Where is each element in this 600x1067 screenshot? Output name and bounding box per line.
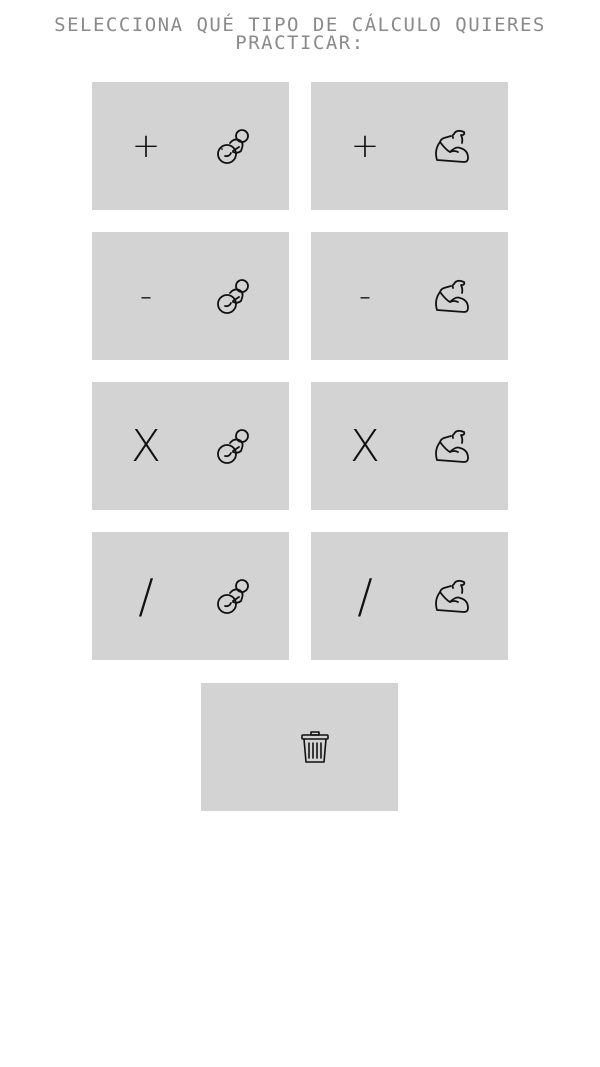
operator-label: - bbox=[139, 276, 153, 316]
pacifier-icon bbox=[212, 276, 252, 316]
operator-label: + bbox=[350, 126, 380, 166]
flexed-biceps-icon bbox=[431, 126, 471, 166]
trash-icon bbox=[299, 729, 331, 765]
subtraction-easy-button[interactable]: - bbox=[92, 232, 289, 360]
division-easy-button[interactable]: / bbox=[92, 532, 289, 660]
addition-hard-button[interactable]: + bbox=[311, 82, 508, 210]
operator-label: X bbox=[349, 420, 381, 472]
operator-label: X bbox=[130, 420, 162, 472]
operator-label: / bbox=[357, 569, 373, 623]
flexed-biceps-icon bbox=[431, 576, 471, 616]
pacifier-icon bbox=[212, 126, 252, 166]
operator-label: / bbox=[138, 569, 154, 623]
subtraction-hard-button[interactable]: - bbox=[311, 232, 508, 360]
operator-label: + bbox=[131, 126, 161, 166]
operator-label: - bbox=[358, 276, 372, 316]
flexed-biceps-icon bbox=[431, 426, 471, 466]
division-hard-button[interactable]: / bbox=[311, 532, 508, 660]
addition-easy-button[interactable]: + bbox=[92, 82, 289, 210]
pacifier-icon bbox=[212, 576, 252, 616]
page-title: SELECCIONA QUÉ TIPO DE CÁLCULO QUIERES P… bbox=[0, 16, 600, 54]
page-title-line-2: PRACTICAR: bbox=[235, 32, 365, 54]
flexed-biceps-icon bbox=[431, 276, 471, 316]
pacifier-icon bbox=[212, 426, 252, 466]
multiplication-hard-button[interactable]: X bbox=[311, 382, 508, 510]
clear-button[interactable] bbox=[201, 683, 398, 811]
multiplication-easy-button[interactable]: X bbox=[92, 382, 289, 510]
